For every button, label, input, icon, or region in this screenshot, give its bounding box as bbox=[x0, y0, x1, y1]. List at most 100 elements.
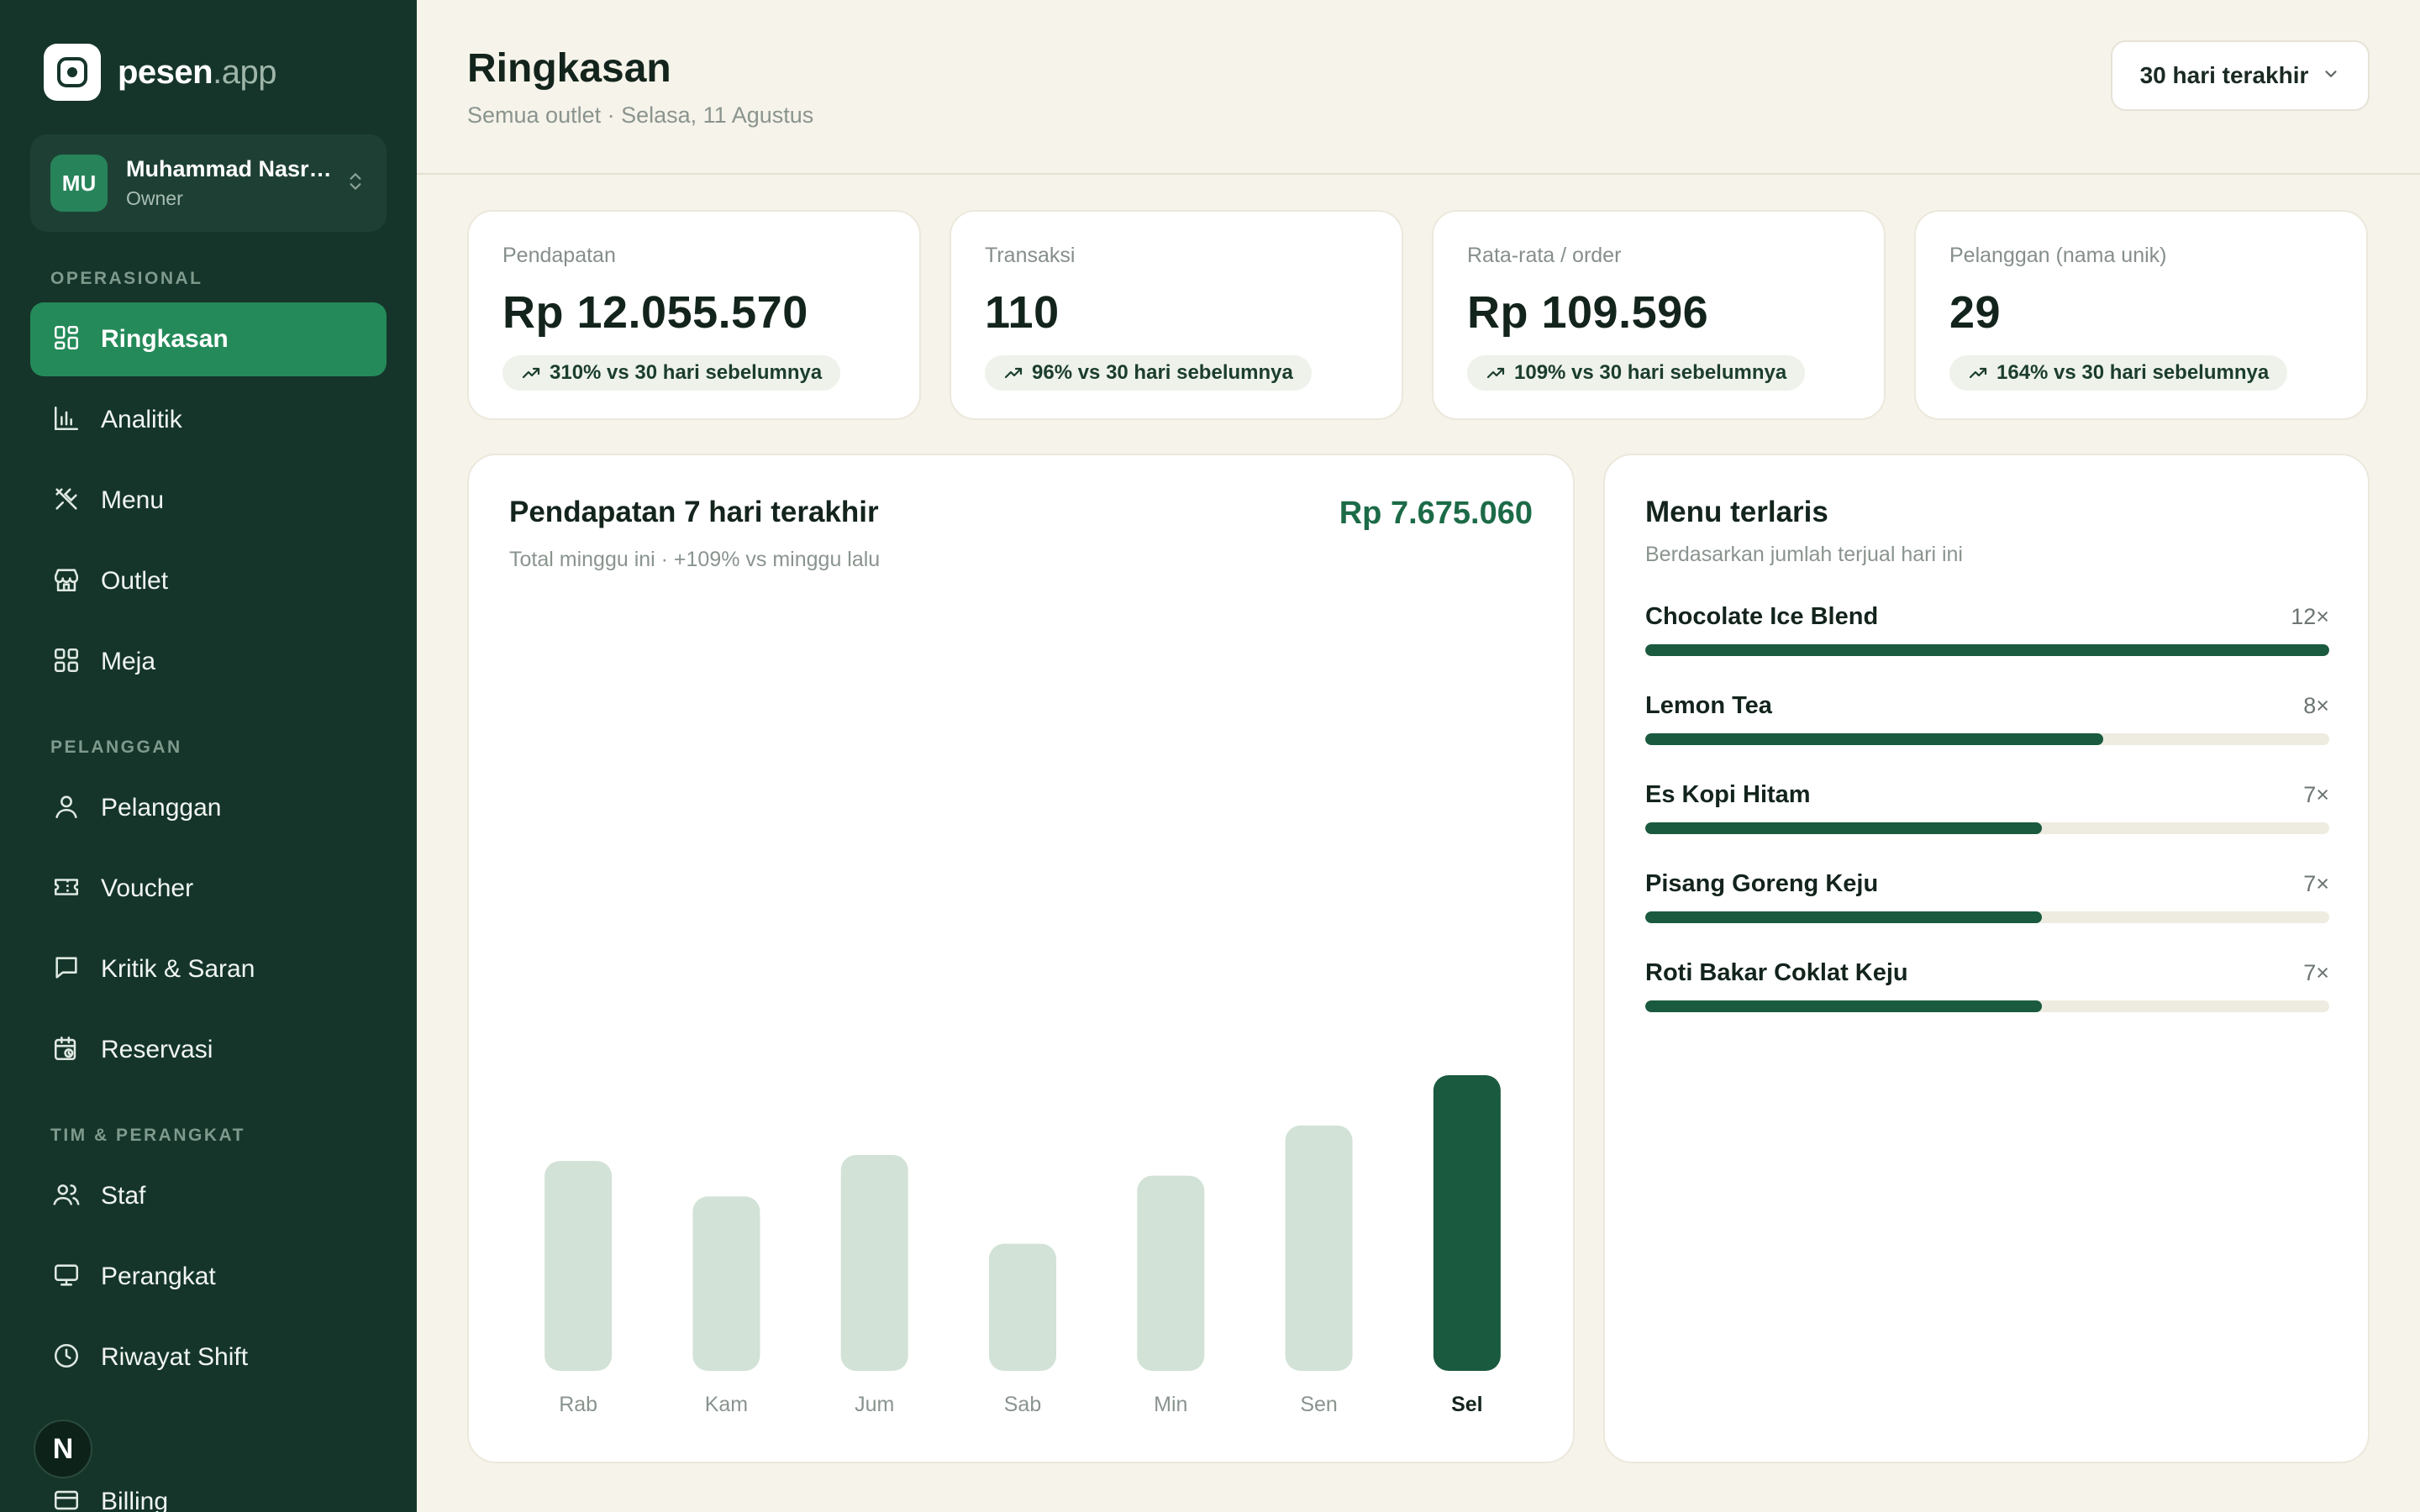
sidebar-item-label: Reservasi bbox=[101, 1036, 213, 1063]
menu-item-progress-fill bbox=[1645, 1000, 2043, 1012]
kpi-card-pendapatan: Pendapatan Rp 12.055.570 310% vs 30 hari… bbox=[467, 210, 921, 420]
sidebar-item-analitik[interactable]: Analitik bbox=[30, 383, 387, 457]
sidebar-item-label: Meja bbox=[101, 648, 156, 675]
user-role: Owner bbox=[126, 187, 183, 209]
x-tick-label-sab: Sab bbox=[1004, 1393, 1041, 1416]
kpi-label: Pelanggan (nama unik) bbox=[1949, 244, 2167, 267]
menu-item-name: Pisang Goreng Keju bbox=[1645, 870, 1879, 897]
sidebar-item-label: Kritik & Saran bbox=[101, 955, 255, 983]
chevron-up-down-icon bbox=[345, 171, 366, 197]
bar-chart-icon bbox=[52, 404, 81, 437]
sidebar-item-pelanggan[interactable]: Pelanggan bbox=[30, 771, 387, 845]
store-icon bbox=[52, 565, 81, 598]
calendar-clock-icon bbox=[52, 1034, 81, 1067]
menu-item-progress-fill bbox=[1645, 911, 2043, 923]
sidebar-item-label: Perangkat bbox=[101, 1263, 216, 1290]
top-menu-title: Menu terlaris bbox=[1645, 496, 1828, 528]
top-menu-item[interactable]: Pisang Goreng Keju 7× bbox=[1645, 870, 2329, 923]
card-icon bbox=[52, 1486, 81, 1512]
menu-item-name: Roti Bakar Coklat Keju bbox=[1645, 959, 1908, 986]
menu-item-progress bbox=[1645, 1000, 2329, 1012]
x-tick-label-jum: Jum bbox=[855, 1393, 894, 1416]
x-tick-label-min: Min bbox=[1154, 1393, 1187, 1416]
kpi-value: Rp 12.055.570 bbox=[502, 287, 808, 338]
sidebar: pesen.app MU Muhammad Nasrullah Owner OP… bbox=[0, 0, 417, 1512]
sidebar-item-label: Analitik bbox=[101, 406, 182, 433]
section-label-operasional: OPERASIONAL bbox=[50, 269, 203, 288]
sidebar-item-riwayat-shift[interactable]: Riwayat Shift bbox=[30, 1320, 387, 1394]
user-name: Muhammad Nasrullah bbox=[126, 156, 336, 181]
sidebar-item-ringkasan[interactable]: Ringkasan bbox=[30, 302, 387, 376]
menu-item-count: 7× bbox=[2303, 871, 2329, 896]
sidebar-item-label: Billing bbox=[101, 1488, 169, 1512]
user-icon bbox=[52, 792, 81, 825]
top-menu-item[interactable]: Lemon Tea 8× bbox=[1645, 692, 2329, 745]
kpi-value: 29 bbox=[1949, 287, 2002, 338]
menu-item-count: 7× bbox=[2303, 782, 2329, 807]
revenue-subtitle: Total minggu ini · +109% vs minggu lalu bbox=[509, 548, 881, 571]
kpi-delta-badge: 164% vs 30 hari sebelumnya bbox=[1949, 355, 2288, 391]
trend-up-icon bbox=[1486, 367, 1505, 379]
kpi-label: Transaksi bbox=[985, 244, 1076, 267]
bar-kam[interactable] bbox=[692, 1196, 760, 1371]
sidebar-item-menu[interactable]: Menu bbox=[30, 464, 387, 538]
bar-sen[interactable] bbox=[1285, 1125, 1353, 1371]
sidebar-item-label: Riwayat Shift bbox=[101, 1343, 249, 1371]
grid-icon bbox=[52, 646, 81, 679]
brand[interactable]: pesen.app bbox=[44, 44, 276, 101]
top-menu-subtitle: Berdasarkan jumlah terjual hari ini bbox=[1645, 543, 1963, 566]
x-tick-label-rab: Rab bbox=[559, 1393, 597, 1416]
message-icon bbox=[52, 953, 81, 986]
date-range-select[interactable]: 30 hari terakhir bbox=[2111, 40, 2370, 111]
trend-up-icon bbox=[1969, 367, 1987, 379]
menu-item-progress bbox=[1645, 733, 2329, 745]
bar-jum[interactable] bbox=[840, 1155, 908, 1371]
section-label-pelanggan: PELANGGAN bbox=[50, 738, 182, 757]
sidebar-item-billing[interactable]: Billing bbox=[30, 1465, 387, 1512]
sidebar-item-label: Voucher bbox=[101, 874, 194, 902]
sidebar-item-voucher[interactable]: Voucher bbox=[30, 852, 387, 926]
page-subtitle: Semua outlet · Selasa, 11 Agustus bbox=[467, 102, 814, 128]
top-menu-item[interactable]: Chocolate Ice Blend 12× bbox=[1645, 603, 2329, 656]
utensils-icon bbox=[52, 485, 81, 517]
monitor-icon bbox=[52, 1261, 81, 1294]
menu-item-progress-fill bbox=[1645, 644, 2329, 656]
bar-min[interactable] bbox=[1137, 1175, 1205, 1371]
revenue-bar-chart: Rab Kam Jum Sab Min Sen Sel bbox=[544, 1075, 1501, 1416]
top-menu-item[interactable]: Roti Bakar Coklat Keju 7× bbox=[1645, 959, 2329, 1012]
avatar: MU bbox=[50, 155, 108, 212]
kpi-delta-badge: 310% vs 30 hari sebelumnya bbox=[502, 355, 841, 391]
sidebar-item-staf[interactable]: Staf bbox=[30, 1159, 387, 1233]
brand-logo-icon bbox=[44, 44, 101, 101]
sidebar-item-reservasi[interactable]: Reservasi bbox=[30, 1013, 387, 1087]
section-label-tim-perangkat: TIM & PERANGKAT bbox=[50, 1126, 245, 1145]
kpi-value: 110 bbox=[985, 287, 1060, 338]
kpi-label: Rata-rata / order bbox=[1467, 244, 1622, 267]
clock-icon bbox=[52, 1341, 81, 1374]
x-tick-label-kam: Kam bbox=[705, 1393, 748, 1416]
sidebar-item-outlet[interactable]: Outlet bbox=[30, 544, 387, 618]
top-menu-item[interactable]: Es Kopi Hitam 7× bbox=[1645, 781, 2329, 834]
dev-badge[interactable]: N bbox=[34, 1420, 92, 1478]
sidebar-item-label: Menu bbox=[101, 486, 165, 514]
kpi-card-rata-rata: Rata-rata / order Rp 109.596 109% vs 30 … bbox=[1432, 210, 1886, 420]
page-header: Ringkasan Semua outlet · Selasa, 11 Agus… bbox=[417, 0, 2420, 175]
sidebar-item-kritik-saran[interactable]: Kritik & Saran bbox=[30, 932, 387, 1006]
bar-sab[interactable] bbox=[989, 1243, 1056, 1371]
kpi-value: Rp 109.596 bbox=[1467, 287, 1709, 338]
sidebar-item-label: Ringkasan bbox=[101, 325, 229, 353]
bar-rab[interactable] bbox=[544, 1161, 613, 1371]
menu-item-progress bbox=[1645, 822, 2329, 834]
menu-item-progress bbox=[1645, 644, 2329, 656]
sidebar-item-label: Pelanggan bbox=[101, 794, 222, 822]
kpi-card-transaksi: Transaksi 110 96% vs 30 hari sebelumnya bbox=[950, 210, 1403, 420]
x-tick-label-sen: Sen bbox=[1300, 1393, 1337, 1416]
menu-item-count: 8× bbox=[2303, 693, 2329, 718]
menu-item-progress-fill bbox=[1645, 733, 2104, 745]
menu-item-progress-fill bbox=[1645, 822, 2043, 834]
sidebar-item-perangkat[interactable]: Perangkat bbox=[30, 1240, 387, 1314]
sidebar-item-meja[interactable]: Meja bbox=[30, 625, 387, 699]
menu-item-name: Es Kopi Hitam bbox=[1645, 781, 1811, 808]
user-switcher[interactable]: MU Muhammad Nasrullah Owner bbox=[30, 134, 387, 232]
bar-sel[interactable] bbox=[1433, 1075, 1501, 1371]
